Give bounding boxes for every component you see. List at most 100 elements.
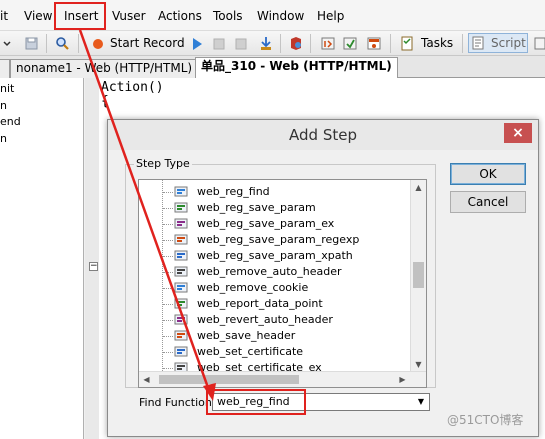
list-item[interactable]: web_set_certificate bbox=[163, 344, 413, 360]
tree-connector bbox=[163, 368, 173, 369]
action-item-init[interactable]: nit bbox=[0, 83, 14, 95]
tree-connector bbox=[163, 272, 173, 273]
list-item[interactable]: web_remove_cookie bbox=[163, 280, 413, 296]
scroll-thumb[interactable] bbox=[413, 262, 424, 288]
stop-icon[interactable] bbox=[212, 35, 226, 52]
list-item[interactable]: web_revert_auto_header bbox=[163, 312, 413, 328]
action-list-pane: nit n end n bbox=[0, 78, 84, 439]
chevron-down-icon[interactable]: ▼ bbox=[413, 394, 429, 410]
start-record-label: Start Record bbox=[110, 36, 185, 50]
annotation-box-insert-menu bbox=[54, 2, 106, 30]
ok-button[interactable]: OK bbox=[450, 163, 526, 185]
save-header-icon bbox=[174, 329, 189, 342]
step-label: web_reg_save_param_regexp bbox=[197, 233, 360, 246]
tree-connector bbox=[163, 208, 173, 209]
document-tabs: noname1 - Web (HTTP/HTML) 单品_310 - Web (… bbox=[0, 56, 545, 78]
menu-edit[interactable]: it bbox=[0, 9, 8, 23]
rendezvous-icon[interactable] bbox=[366, 35, 382, 52]
reg-save-param-xpath-icon bbox=[174, 249, 189, 262]
tree-connector bbox=[163, 320, 173, 321]
tree-connector bbox=[163, 304, 173, 305]
toolbar-separator bbox=[280, 34, 281, 53]
list-item[interactable]: web_reg_save_param_ex bbox=[163, 216, 413, 232]
toolbar-separator bbox=[462, 34, 463, 53]
data-point-icon bbox=[174, 297, 189, 310]
toolbar: Start Record Tasks Script bbox=[0, 31, 545, 56]
toolbar-separator bbox=[46, 34, 47, 53]
list-item[interactable]: web_remove_auto_header bbox=[163, 264, 413, 280]
tree-connector bbox=[163, 256, 173, 257]
scroll-down-icon[interactable]: ▼ bbox=[411, 357, 426, 372]
menu-tools[interactable]: Tools bbox=[213, 9, 243, 23]
dialog-title: Add Step bbox=[108, 120, 538, 150]
reg-find-icon bbox=[174, 185, 189, 198]
script-view-button[interactable]: Script bbox=[468, 33, 528, 53]
step-label: web_revert_auto_header bbox=[197, 313, 333, 326]
tree-connector bbox=[163, 240, 173, 241]
cancel-button[interactable]: Cancel bbox=[450, 191, 526, 213]
cookie-icon bbox=[174, 281, 189, 294]
chevron-down-icon[interactable] bbox=[2, 35, 12, 52]
menu-view[interactable]: View bbox=[24, 9, 52, 23]
tasks-label: Tasks bbox=[421, 36, 454, 50]
list-item[interactable]: web_reg_save_param_regexp bbox=[163, 232, 413, 248]
transaction-end-icon[interactable] bbox=[342, 35, 358, 52]
tab-noname1[interactable]: noname1 - Web (HTTP/HTML) bbox=[10, 59, 199, 78]
step-type-list[interactable]: web_reg_find web_reg_save_param web_reg_sa… bbox=[138, 179, 427, 388]
step-label: web_remove_cookie bbox=[197, 281, 309, 294]
reg-save-param-ex-icon bbox=[174, 217, 189, 230]
action-item-end[interactable]: end bbox=[0, 116, 21, 128]
code-line: { bbox=[101, 94, 109, 109]
menu-actions[interactable]: Actions bbox=[158, 9, 202, 23]
tab-active-script[interactable]: 单品_310 - Web (HTTP/HTML) bbox=[195, 57, 398, 78]
start-record-button[interactable]: Start Record bbox=[91, 35, 201, 52]
tree-connector bbox=[163, 336, 173, 337]
header-icon bbox=[174, 265, 189, 278]
watermark: @51CTO博客 bbox=[447, 413, 524, 427]
tab-partial[interactable] bbox=[0, 59, 10, 78]
horizontal-scrollbar[interactable]: ◀ ▶ bbox=[139, 371, 426, 387]
list-item[interactable]: web_reg_save_param bbox=[163, 200, 413, 216]
scroll-left-icon[interactable]: ◀ bbox=[139, 372, 154, 387]
list-item[interactable]: web_reg_find bbox=[163, 184, 413, 200]
editor-gutter bbox=[85, 78, 99, 439]
action-item-extra[interactable]: n bbox=[0, 133, 7, 145]
toolbar-separator bbox=[390, 34, 391, 53]
close-icon[interactable]: × bbox=[504, 123, 532, 143]
certificate-icon bbox=[174, 345, 189, 358]
menu-vuser[interactable]: Vuser bbox=[112, 9, 146, 23]
pause-icon[interactable] bbox=[234, 35, 248, 52]
bookmark-icon[interactable] bbox=[288, 35, 304, 52]
list-item[interactable]: web_reg_save_param_xpath bbox=[163, 248, 413, 264]
list-item[interactable]: web_report_data_point bbox=[163, 296, 413, 312]
action-item-action[interactable]: n bbox=[0, 100, 7, 112]
search-icon[interactable] bbox=[54, 35, 70, 52]
collapse-toggle[interactable]: − bbox=[89, 262, 98, 271]
save-icon[interactable] bbox=[24, 35, 40, 52]
reg-save-param-regexp-icon bbox=[174, 233, 189, 246]
scroll-thumb[interactable] bbox=[159, 375, 299, 384]
tasks-button[interactable]: Tasks bbox=[400, 35, 456, 52]
menu-help[interactable]: Help bbox=[317, 9, 344, 23]
list-item[interactable]: web_save_header bbox=[163, 328, 413, 344]
tree-connector bbox=[163, 224, 173, 225]
tree-connector bbox=[163, 352, 173, 353]
code-line: Action() bbox=[101, 80, 164, 95]
transaction-start-icon[interactable] bbox=[320, 35, 336, 52]
menu-window[interactable]: Window bbox=[257, 9, 304, 23]
annotation-box-find-function bbox=[206, 389, 306, 415]
tree-connector bbox=[163, 288, 173, 289]
find-function-label: Find Function: bbox=[139, 396, 216, 409]
step-label: web_save_header bbox=[197, 329, 296, 342]
play-icon[interactable] bbox=[190, 35, 204, 52]
step-type-group: Step Type web_reg_find web_reg_save_param… bbox=[125, 157, 436, 388]
toolbar-separator bbox=[78, 34, 79, 53]
step-label: web_set_certificate bbox=[197, 345, 304, 358]
scroll-right-icon[interactable]: ▶ bbox=[395, 372, 410, 387]
toolbar-separator bbox=[310, 34, 311, 53]
scroll-up-icon[interactable]: ▲ bbox=[411, 180, 426, 195]
vertical-scrollbar[interactable]: ▲ ▼ bbox=[410, 180, 426, 373]
tree-view-icon[interactable] bbox=[534, 35, 545, 52]
step-into-icon[interactable] bbox=[258, 35, 274, 52]
step-label: web_reg_save_param_xpath bbox=[197, 249, 353, 262]
